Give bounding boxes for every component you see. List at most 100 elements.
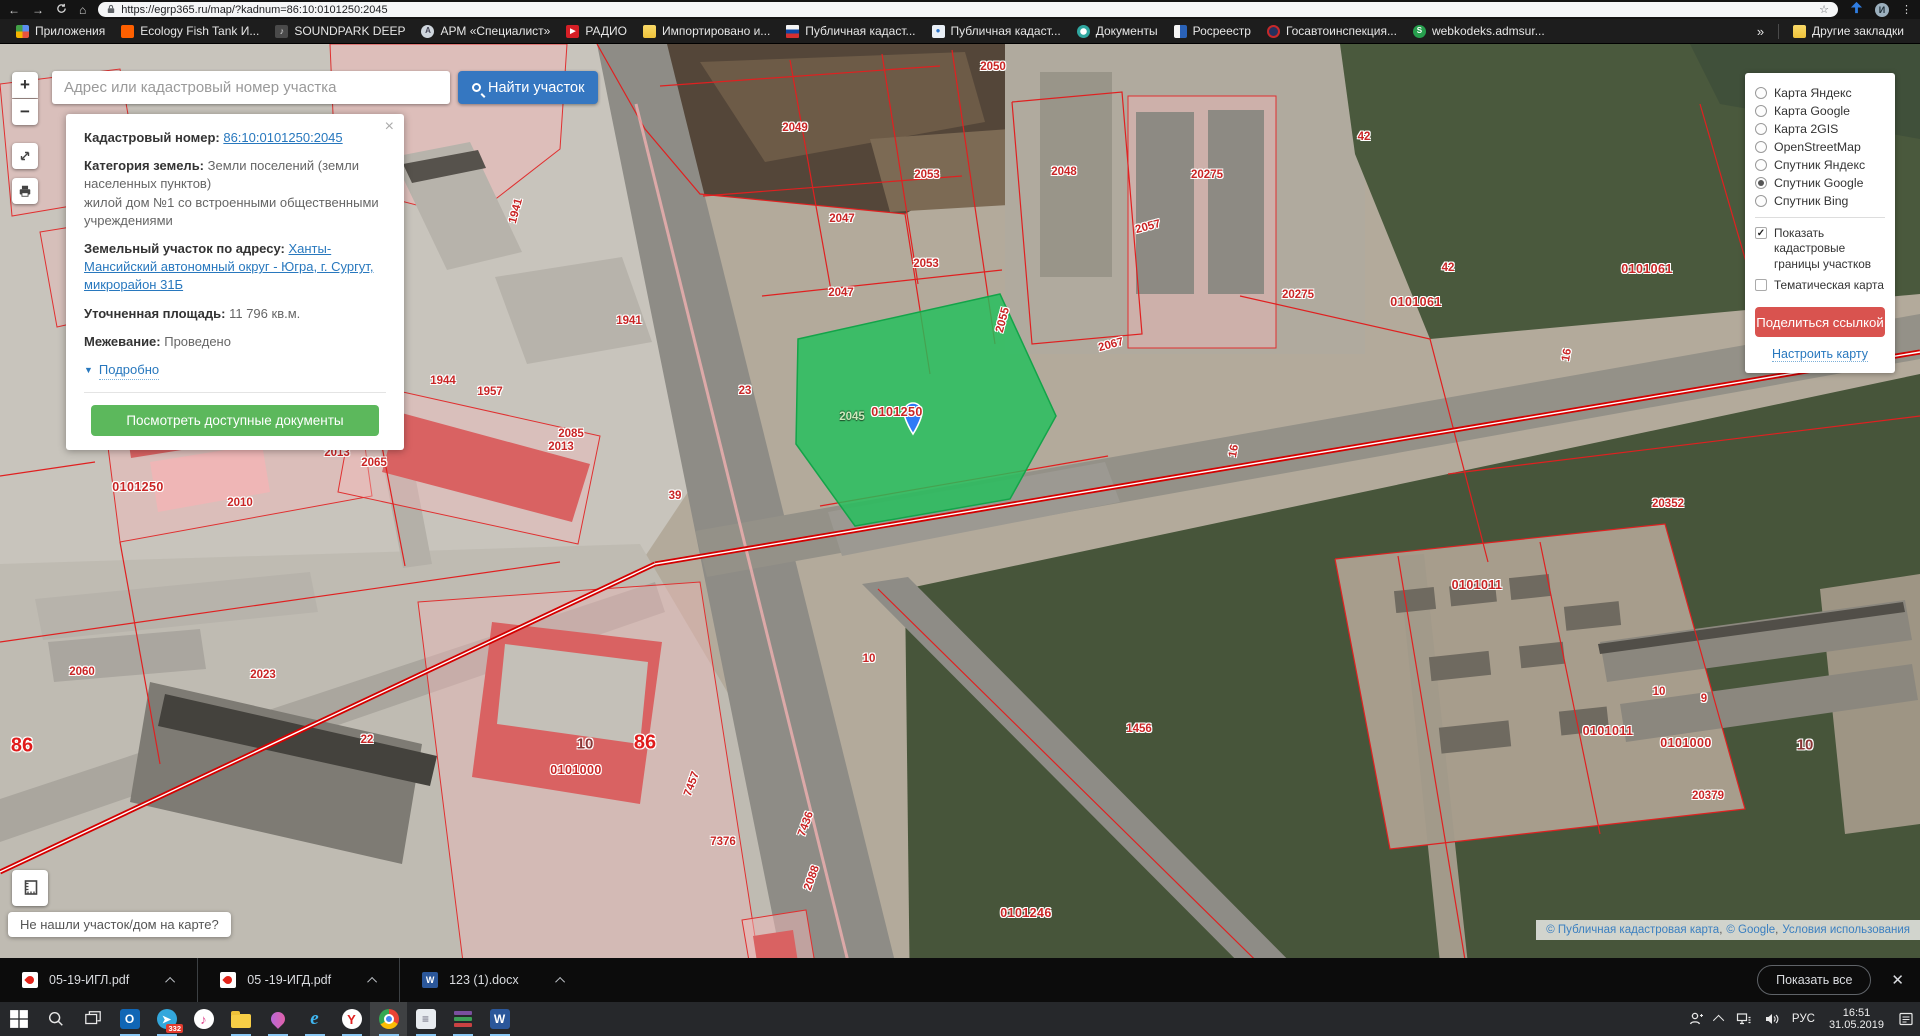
webkodeks-icon: S (1413, 25, 1426, 38)
attribution-link[interactable]: Условия использования (1782, 924, 1910, 936)
taskbar-explorer-icon[interactable] (222, 1002, 259, 1036)
find-parcel-button[interactable]: Найти участок (458, 71, 598, 104)
taskbar-outlook-icon[interactable]: O (111, 1002, 148, 1036)
bookmark-item[interactable]: Swebkodeks.admsur... (1405, 22, 1553, 40)
layer-option[interactable]: Спутник Google (1755, 176, 1885, 190)
bookmark-star-icon[interactable]: ☆ (1819, 3, 1829, 16)
layer-checkboxes: ✓ Показать кадастровые границы участков Те… (1755, 226, 1885, 293)
layer-option-label: Спутник Google (1774, 176, 1863, 190)
bookmark-item[interactable]: Росреестр (1166, 22, 1259, 40)
zoom-out-button[interactable]: − (12, 99, 38, 125)
radio-icon[interactable] (1755, 159, 1767, 171)
radio-icon[interactable] (1755, 177, 1767, 189)
bookmark-item[interactable]: Приложения (8, 22, 113, 40)
checkbox-icon[interactable]: ✓ (1755, 227, 1767, 239)
bookmark-item[interactable]: ААРМ «Специалист» (413, 22, 558, 40)
taskbar-task-view-icon[interactable] (74, 1002, 111, 1036)
layer-option[interactable]: Карта Google (1755, 104, 1885, 118)
layer-option[interactable]: Карта 2GIS (1755, 122, 1885, 136)
profile-avatar[interactable]: И (1875, 3, 1889, 17)
taskbar-maps-icon[interactable] (259, 1002, 296, 1036)
lock-icon (107, 1, 115, 19)
other-bookmarks[interactable]: Другие закладки (1785, 22, 1912, 40)
browser-menu-icon[interactable]: ⋮ (1901, 3, 1912, 16)
address-bar[interactable]: https://egrp365.ru/map/?kadnum=86:10:010… (98, 2, 1838, 17)
taskbar-notepad-icon[interactable]: ≡ (407, 1002, 444, 1036)
bookmark-item[interactable]: Импортировано и... (635, 22, 778, 40)
bookmarks-overflow-icon[interactable]: » (1749, 24, 1772, 39)
clock[interactable]: 16:51 31.05.2019 (1821, 1007, 1892, 1032)
show-all-downloads-button[interactable]: Показать все (1757, 965, 1871, 995)
taskbar-start-icon[interactable] (0, 1002, 37, 1036)
layer-checkbox[interactable]: Тематическая карта (1755, 278, 1885, 293)
print-icon[interactable] (12, 178, 38, 204)
info-link[interactable]: 86:10:0101250:2045 (223, 130, 342, 145)
chevron-up-icon[interactable] (555, 976, 565, 986)
layer-option-label: Карта 2GIS (1774, 122, 1838, 136)
language-indicator[interactable]: РУС (1786, 1002, 1821, 1036)
bookmark-item[interactable]: ♪SOUNDPARK DEEP (267, 22, 413, 40)
configure-map-link[interactable]: Настроить карту (1755, 347, 1885, 361)
attribution-link[interactable]: © Публичная кадастровая карта (1546, 924, 1719, 936)
reload-icon[interactable] (56, 3, 67, 16)
forward-icon[interactable]: → (32, 4, 44, 16)
taskbar-chrome-icon[interactable] (370, 1002, 407, 1036)
chevron-up-icon[interactable] (367, 976, 377, 986)
action-center-icon[interactable] (1892, 1002, 1920, 1036)
bookmark-item[interactable]: ▶РАДИО (558, 22, 635, 40)
radio-icon[interactable] (1755, 105, 1767, 117)
taskbar-telegram-icon[interactable]: ➤332 (148, 1002, 185, 1036)
details-link[interactable]: Подробно (99, 361, 159, 380)
downloads-close-icon[interactable]: ✕ (1891, 971, 1904, 989)
bookmark-item[interactable]: Госавтоинспекция... (1259, 22, 1405, 40)
checkbox-label: Показать кадастровые границы участков (1774, 226, 1885, 272)
downloads-bar: 05-19-ИГЛ.pdf 05 -19-ИГД.pdf W123 (1).docx… (0, 958, 1920, 1002)
download-item[interactable]: W123 (1).docx (416, 972, 570, 988)
taskbar-winrar-icon[interactable] (444, 1002, 481, 1036)
system-tray: РУС 16:51 31.05.2019 (1682, 1002, 1920, 1036)
layer-option[interactable]: OpenStreetMap (1755, 140, 1885, 154)
download-item[interactable]: 05-19-ИГЛ.pdf (16, 972, 181, 988)
bookmark-item[interactable]: Публичная кадаст... (778, 22, 923, 40)
search-input[interactable] (52, 71, 450, 104)
taskbar-word-icon[interactable]: W (481, 1002, 518, 1036)
map-layers-panel: Карта Яндекс Карта Google Карта 2GIS OpenSt… (1745, 73, 1895, 373)
attribution-link[interactable]: © Google (1726, 924, 1775, 936)
measure-tool-icon[interactable] (12, 870, 48, 906)
not-found-tooltip[interactable]: Не нашли участок/дом на карте? (8, 912, 231, 937)
volume-icon[interactable] (1758, 1002, 1786, 1036)
radio-icon[interactable] (1755, 123, 1767, 135)
bookmark-label: Публичная кадаст... (805, 24, 915, 38)
layer-checkbox[interactable]: ✓ Показать кадастровые границы участков (1755, 226, 1885, 272)
chevron-up-icon[interactable] (165, 976, 175, 986)
radio-icon[interactable] (1755, 87, 1767, 99)
layer-option[interactable]: Спутник Яндекс (1755, 158, 1885, 172)
bookmark-item[interactable]: Документы (1069, 22, 1166, 40)
radio-icon[interactable] (1755, 195, 1767, 207)
details-toggle[interactable]: ▼ Подробно (84, 361, 386, 380)
back-icon[interactable]: ← (8, 4, 20, 16)
radio-icon[interactable] (1755, 141, 1767, 153)
taskbar-ie-icon[interactable]: e (296, 1002, 333, 1036)
hidden-icons-chevron[interactable] (1710, 1002, 1730, 1036)
share-link-button[interactable]: Поделиться ссылкой (1755, 307, 1885, 337)
bookmark-item[interactable]: Ecology Fish Tank И... (113, 22, 267, 40)
zoom-in-button[interactable]: + (12, 72, 38, 98)
info-label: Категория земель: (84, 158, 208, 173)
taskbar-search-icon[interactable] (37, 1002, 74, 1036)
bookmark-label: РАДИО (585, 24, 627, 38)
view-documents-button[interactable]: Посмотреть доступные документы (91, 405, 379, 436)
bookmark-item[interactable]: ●Публичная кадаст... (924, 22, 1069, 40)
home-icon[interactable]: ⌂ (79, 4, 86, 16)
people-icon[interactable] (1682, 1002, 1710, 1036)
layer-option[interactable]: Спутник Bing (1755, 194, 1885, 208)
taskbar-yandex-browser-icon[interactable]: Y (333, 1002, 370, 1036)
extension-icon[interactable] (1850, 1, 1863, 19)
layer-option[interactable]: Карта Яндекс (1755, 86, 1885, 100)
checkbox-icon[interactable] (1755, 279, 1767, 291)
network-icon[interactable] (1730, 1002, 1758, 1036)
close-icon[interactable]: × (385, 119, 394, 135)
taskbar-itunes-icon[interactable]: ♪ (185, 1002, 222, 1036)
fullscreen-icon[interactable] (12, 143, 38, 169)
download-item[interactable]: 05 -19-ИГД.pdf (214, 972, 383, 988)
